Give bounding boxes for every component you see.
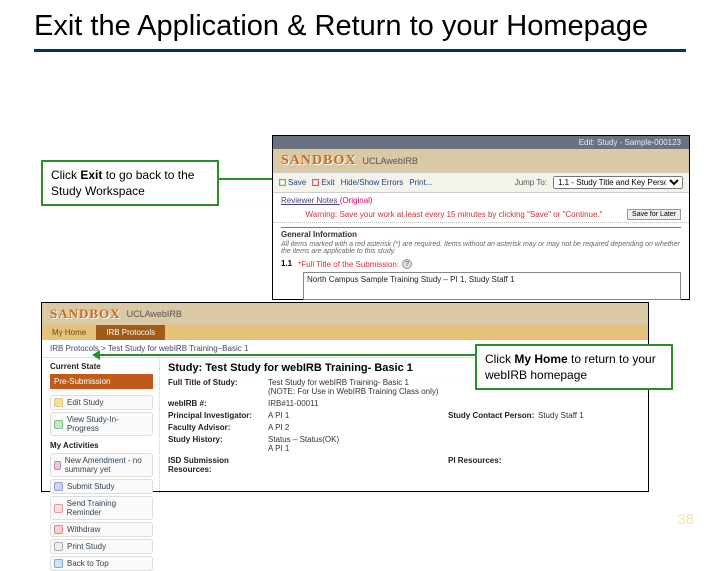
callout-myhome: Click My Home to return to your webIRB h… [475,344,673,390]
print-button[interactable]: Print... [409,178,432,187]
activities-label: My Activities [50,441,153,450]
section-hint: All items marked with a red asterisk (*)… [281,241,681,255]
callout-text: Click [51,168,80,182]
warning-text: Warning: Save your work at least every 1… [281,210,627,219]
k-pir: PI Resources: [448,456,538,474]
btn-label: Print Study [67,542,106,551]
btn-label: New Amendment - no summary yet [65,456,149,474]
v-pi: A PI 1 [268,411,448,420]
sidebar: Current State Pre-Submission Edit Study … [42,358,160,493]
section-general-info: General Information All items marked wit… [281,227,681,255]
k-hist: Study History: [168,435,268,453]
exit-button[interactable]: Exit [312,178,334,187]
save-button[interactable]: Save [279,178,306,187]
view-icon [54,420,63,429]
tab-irb-protocols[interactable]: IRB Protocols [96,325,165,340]
save-for-later-button[interactable]: Save for Later [627,209,681,220]
v-irbnum: IRB#11-00011 [268,399,448,408]
view-study-button[interactable]: View Study-In-Progress [50,412,153,436]
jump-to-label: Jump To: [515,178,547,187]
back-icon [54,559,63,568]
v-fulltitle: Test Study for webIRB Training- Basic 1 … [268,378,448,396]
withdraw-icon [54,525,63,534]
brand-text: SANDBOX [281,153,356,169]
submit-icon [54,482,63,491]
current-state-label: Current State [50,362,153,371]
withdraw-button[interactable]: Withdraw [50,522,153,537]
back-button[interactable]: Back to Top [50,556,153,571]
callout-exit: Click Exit to go back to the Study Works… [41,160,219,206]
v-hist: Status – Status(OK) A PI 1 [268,435,448,453]
field-number: 1.1 [281,259,292,269]
top-tabs: My Home IRB Protocols [42,325,648,340]
edit-bar: Edit: Study - Sample-000123 [273,136,689,149]
btn-label: View Study-In-Progress [67,415,149,433]
brand-text: SANDBOX [50,306,121,322]
current-state: Pre-Submission [50,374,153,389]
k-adv: Faculty Advisor: [168,423,268,432]
v-adv: A PI 2 [268,423,448,432]
logo-bar: SANDBOX UCLAwebIRB [42,303,648,325]
edit-icon [54,398,63,407]
training-button[interactable]: Send Training Reminder [50,496,153,520]
title-textbox[interactable]: North Campus Sample Training Study – PI … [303,272,681,300]
logo-bar: SANDBOX UCLAwebIRB [273,149,689,173]
study-details: Full Title of Study: Test Study for webI… [168,378,640,474]
brand-sub: UCLAwebIRB [362,156,417,166]
btn-label: Back to Top [67,559,109,568]
tab-my-home[interactable]: My Home [42,325,96,340]
k-irbnum: webIRB #: [168,399,268,408]
screenshot-study-workspace: SANDBOX UCLAwebIRB My Home IRB Protocols… [41,302,649,492]
title-rule [34,49,686,52]
edit-study-button[interactable]: Edit Study [50,395,153,410]
exit-label: Exit [321,178,334,187]
k-pi: Principal Investigator: [168,411,268,420]
save-warning-row: Warning: Save your work at least every 1… [273,207,689,223]
brand-sub: UCLAwebIRB [127,309,182,319]
callout-bold: My Home [514,352,567,366]
submit-study-button[interactable]: Submit Study [50,479,153,494]
btn-label: Send Training Reminder [67,499,149,517]
btn-label: Edit Study [67,398,103,407]
field-1-1: 1.1 *Full Title of the Submission:? [281,259,681,269]
print-icon [54,542,63,551]
amend-icon [54,461,61,470]
slide-title: Exit the Application & Return to your Ho… [34,10,686,43]
help-icon[interactable]: ? [402,259,412,269]
hide-errors-button[interactable]: Hide/Show Errors [341,178,404,187]
arrow-to-myhome [95,354,475,356]
screenshot-smartform: Edit: Study - Sample-000123 SANDBOX UCLA… [272,135,690,300]
k-fulltitle: Full Title of Study: [168,378,268,396]
btn-label: Withdraw [67,525,100,534]
jump-to-select[interactable]: 1.1 - Study Title and Key Personnel [553,176,683,189]
exit-icon [312,179,319,186]
save-icon [279,179,286,186]
amend-button[interactable]: New Amendment - no summary yet [50,453,153,477]
callout-text: Click [485,352,514,366]
reviewer-orig: (Original) [340,196,373,205]
reviewer-label: Reviewer Notes [281,196,340,205]
field-label: *Full Title of the Submission:? [298,259,412,269]
v-contact: Study Staff 1 [538,411,640,420]
k-contact: Study Contact Person: [448,411,538,420]
page-number: 38 [677,511,694,528]
callout-bold: Exit [80,168,102,182]
save-label: Save [288,178,306,187]
section-title: General Information [281,230,681,239]
reviewer-notes[interactable]: Reviewer Notes (Original) [273,193,689,207]
print-button[interactable]: Print Study [50,539,153,554]
btn-label: Submit Study [67,482,115,491]
form-toolbar: Save Exit Hide/Show Errors Print... Jump… [273,173,689,193]
training-icon [54,504,63,513]
k-res: ISD Submission Resources: [168,456,268,474]
